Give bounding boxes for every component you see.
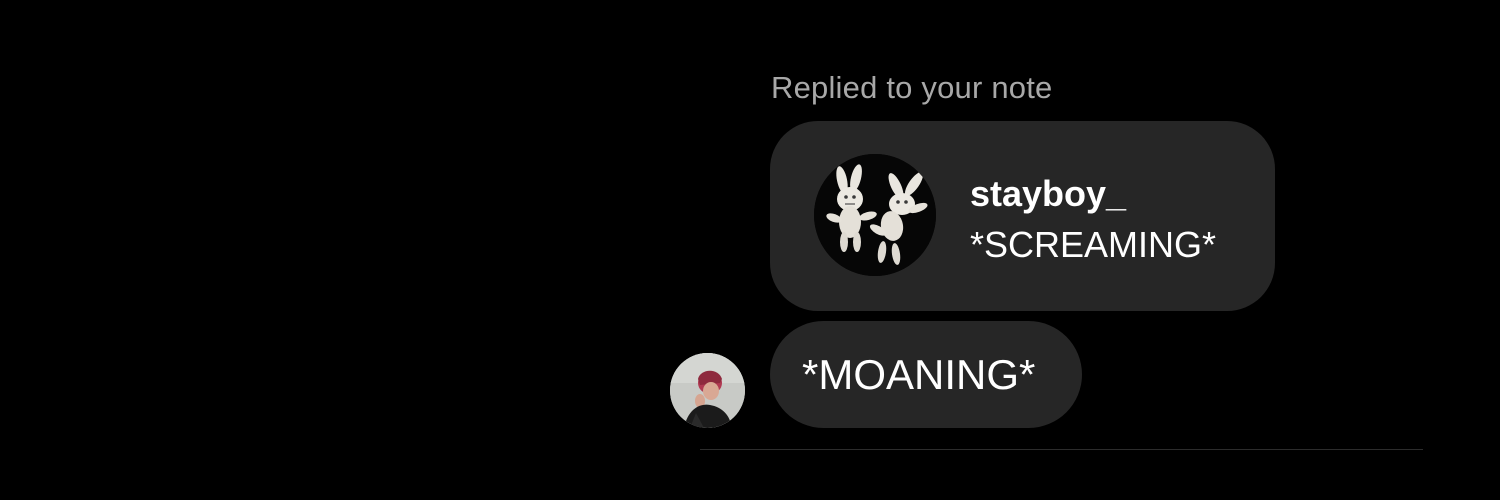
bunny-plush-icon	[814, 154, 936, 276]
sender-avatar[interactable]	[670, 353, 745, 428]
note-author-avatar[interactable]	[814, 154, 936, 276]
message-bubble[interactable]: *MOANING*	[770, 321, 1082, 428]
replied-note-card[interactable]: stayboy_ *SCREAMING*	[770, 121, 1275, 311]
message-text: *MOANING*	[802, 351, 1036, 398]
note-text: *SCREAMING*	[970, 224, 1217, 265]
reply-context-label: Replied to your note	[771, 70, 1053, 105]
chat-thread: Replied to your note stayboy_ *SCREAMING…	[0, 0, 1500, 500]
thread-divider	[700, 449, 1423, 450]
note-author-username[interactable]: stayboy_	[970, 173, 1126, 215]
profile-photo	[670, 353, 745, 428]
